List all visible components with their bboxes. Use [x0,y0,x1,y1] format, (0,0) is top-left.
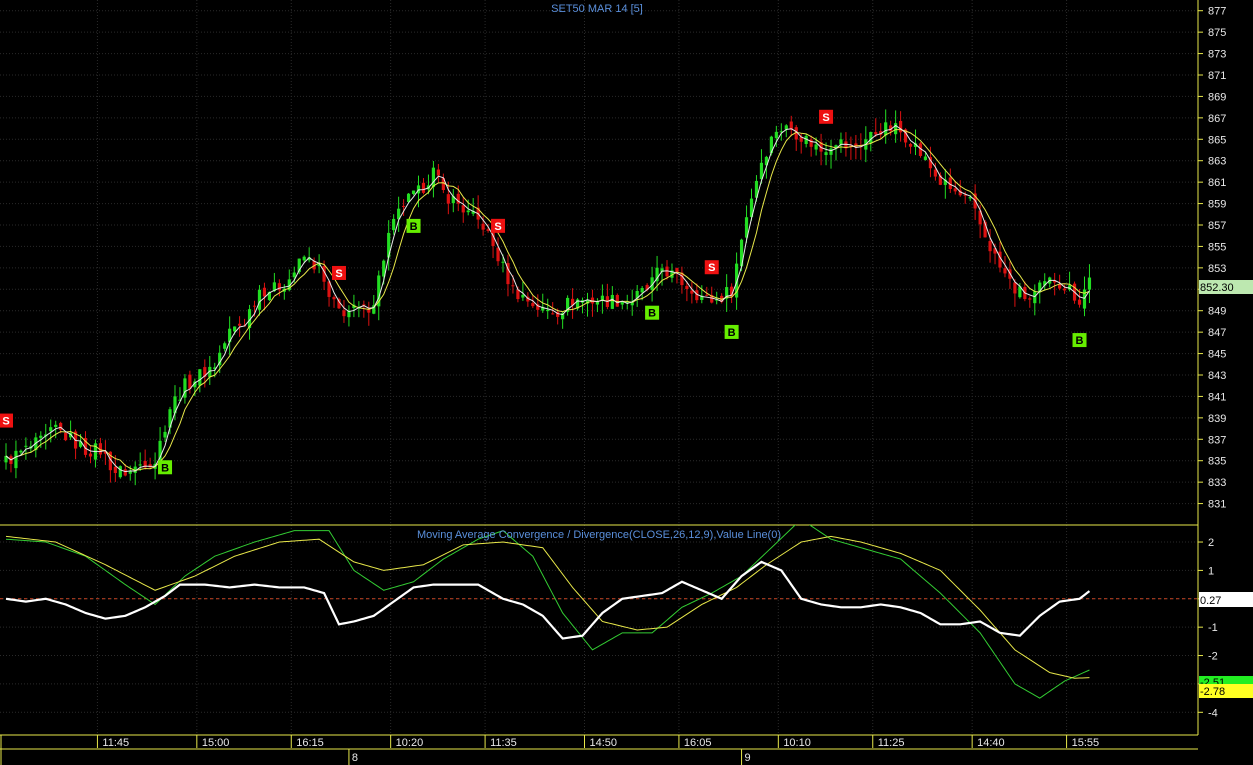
chart-window: S B S B S B S B S B SET50 MAR 14 [5] Moving Avera… [0,0,1253,765]
price-tick-label: 837 [1208,434,1226,446]
macd-tick-label: -4 [1208,707,1218,719]
price-tick-label: 841 [1208,391,1226,403]
macd-chart-title: Moving Average Convergence / Divergence(… [417,529,781,541]
svg-text:S: S [708,262,715,274]
macd-tick-label: 2 [1208,537,1214,549]
price-tick-label: 855 [1208,241,1226,253]
macd-tick-label: -2 [1208,651,1218,663]
svg-text:S: S [335,268,342,280]
svg-text:B: B [1076,335,1084,347]
svg-text:B: B [161,462,169,474]
time-tick-label: 11:25 [878,737,905,749]
day-label: 8 [352,752,358,764]
price-tick-label: 867 [1208,113,1226,125]
svg-text:S: S [822,112,829,124]
time-tick-label: 11:35 [490,737,517,749]
price-tick-label: 843 [1208,370,1226,382]
buy-signal: B [158,460,173,475]
macd-zero-label: 0.27 [1200,595,1221,607]
up-candle [118,465,122,479]
svg-text:B: B [410,221,418,233]
buy-signal: B [406,218,421,233]
price-tick-label: 859 [1208,199,1226,211]
price-tick-label: 875 [1208,27,1226,39]
buy-signal: B [645,305,660,320]
svg-text:B: B [728,327,736,339]
price-tick-label: 847 [1208,327,1226,339]
price-tick-label: 857 [1208,220,1226,232]
price-tick-label: 849 [1208,306,1226,318]
price-tick-label: 865 [1208,134,1226,146]
svg-text:S: S [2,416,9,428]
svg-text:B: B [648,308,656,320]
sell-signal: S [491,218,506,233]
price-tick-label: 853 [1208,263,1226,275]
time-tick-label: 16:05 [684,737,712,749]
price-tick-label: 861 [1208,177,1226,189]
time-tick-label: 14:40 [977,737,1005,749]
buy-signal: B [1072,333,1087,348]
sell-signal: S [819,109,834,124]
macd-tick-label: -1 [1208,622,1218,634]
sell-signal: S [704,260,719,275]
time-tick-label: 16:15 [296,737,324,749]
price-tick-label: 863 [1208,156,1226,168]
price-chart-title: SET50 MAR 14 [5] [551,3,643,15]
price-tick-label: 877 [1208,6,1226,18]
macd-yellow-label: -2.78 [1200,686,1225,698]
sell-signal: S [331,265,346,280]
time-tick-label: 15:55 [1072,737,1100,749]
price-tick-label: 839 [1208,413,1226,425]
time-tick-label: 10:20 [396,737,424,749]
price-tick-label: 835 [1208,456,1226,468]
price-tick-label: 845 [1208,349,1226,361]
sell-signal: S [0,413,13,428]
last-price-label: 852.30 [1200,282,1234,294]
time-tick-label: 15:00 [202,737,230,749]
down-candle [615,293,619,307]
time-tick-label: 11:45 [102,737,129,749]
price-tick-label: 831 [1208,499,1226,511]
macd-tick-label: 1 [1208,565,1214,577]
day-label: 9 [745,752,751,764]
price-tick-label: 873 [1208,49,1226,61]
time-tick-label: 10:10 [783,737,811,749]
svg-text:S: S [494,221,501,233]
price-tick-label: 871 [1208,70,1226,82]
price-tick-label: 833 [1208,477,1226,489]
price-tick-label: 869 [1208,91,1226,103]
buy-signal: B [724,324,739,339]
time-tick-label: 14:50 [589,737,617,749]
